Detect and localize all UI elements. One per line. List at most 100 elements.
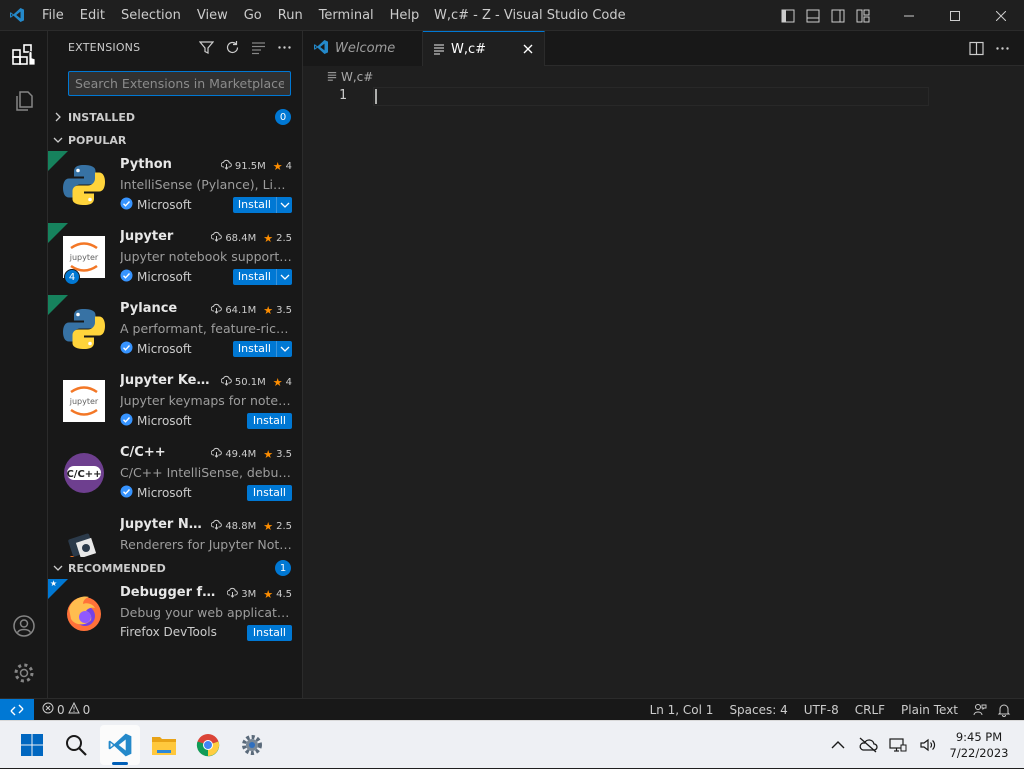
minimize-icon[interactable] <box>886 0 932 31</box>
install-dropdown-chevron-icon[interactable] <box>276 341 292 357</box>
star-icon: ★ <box>50 579 58 588</box>
split-editor-icon[interactable] <box>968 40 984 56</box>
breadcrumb[interactable]: W,c# <box>327 70 373 84</box>
search-extensions-input[interactable] <box>68 71 291 96</box>
manage-gear-icon[interactable] <box>0 649 48 697</box>
install-dropdown-chevron-icon[interactable] <box>276 269 292 285</box>
chevron-up-icon[interactable] <box>828 735 848 755</box>
problems-indicator[interactable]: 0 0 <box>42 699 90 720</box>
install-dropdown-chevron-icon[interactable] <box>276 197 292 213</box>
editor-area[interactable]: W,c# 1 <box>303 66 1024 698</box>
install-button-label: Install <box>237 270 271 283</box>
toggle-primary-sidebar-icon[interactable] <box>780 8 796 24</box>
extension-item-jupyter[interactable]: jupyter 4 Jupyter 68.4M ★ 2.5 Jupyter no… <box>48 223 303 295</box>
menu-help[interactable]: Help <box>382 0 428 31</box>
windows-start-icon[interactable] <box>12 725 52 765</box>
explorer-view-icon[interactable] <box>0 77 48 125</box>
search-icon[interactable] <box>56 725 96 765</box>
extension-item-python[interactable]: Python 91.5M ★ 4 IntelliSense (Pylance),… <box>48 151 303 223</box>
indentation[interactable]: Spaces: 4 <box>721 703 795 717</box>
close-icon[interactable] <box>520 41 536 57</box>
more-actions-icon[interactable] <box>276 39 293 56</box>
sidebar-actions <box>198 39 293 56</box>
install-button[interactable]: Install <box>232 269 292 285</box>
install-button-label: Install <box>252 626 286 639</box>
install-button[interactable]: Install <box>246 485 292 501</box>
extension-publisher: Microsoft <box>120 197 192 213</box>
tab-welcome[interactable]: Welcome <box>303 31 423 66</box>
extension-description: C/C++ IntelliSense, debugging, and code … <box>120 465 292 480</box>
publisher-name: Microsoft <box>137 414 192 428</box>
volume-icon[interactable] <box>918 735 938 755</box>
section-installed-label: INSTALLED <box>68 110 136 124</box>
file-explorer-icon[interactable] <box>144 725 184 765</box>
notifications-bell-icon[interactable] <box>994 703 1014 717</box>
taskbar-clock[interactable]: 9:45 PM 7/22/2023 <box>944 729 1014 761</box>
taskbar-vscode-icon[interactable] <box>100 725 140 765</box>
more-actions-icon[interactable] <box>994 40 1010 56</box>
status-bar-right: Ln 1, Col 1 Spaces: 4 UTF-8 CRLF Plain T… <box>642 699 1014 720</box>
title-bar: File Edit Selection View Go Run Terminal… <box>0 0 1024 31</box>
publisher-name: Microsoft <box>137 270 192 284</box>
menu-view[interactable]: View <box>189 0 236 31</box>
svg-text:jupyter: jupyter <box>69 253 99 262</box>
menu-edit[interactable]: Edit <box>72 0 113 31</box>
menu-selection[interactable]: Selection <box>113 0 189 31</box>
extension-item-debugger-for-firefox[interactable]: ★ Debugger for Firefox 3M ★ 4.5 Debug yo… <box>48 579 303 651</box>
rating-value: 2.5 <box>276 232 292 244</box>
download-cloud-icon <box>220 375 232 389</box>
menu-run[interactable]: Run <box>270 0 311 31</box>
extension-item-jupyter-keymap[interactable]: jupyter Jupyter Keymap 50.1M ★ 4 Jupyter… <box>48 367 303 439</box>
settings-gear-icon[interactable] <box>232 725 272 765</box>
accounts-icon[interactable] <box>0 602 48 650</box>
menu-file[interactable]: File <box>34 0 72 31</box>
end-of-line[interactable]: CRLF <box>847 703 893 717</box>
menu-terminal[interactable]: Terminal <box>311 0 382 31</box>
cursor-position[interactable]: Ln 1, Col 1 <box>642 703 722 717</box>
toggle-panel-icon[interactable] <box>805 8 821 24</box>
active-app-indicator <box>112 762 128 765</box>
extension-description: Jupyter notebook support, interactive pr… <box>120 249 292 264</box>
section-popular[interactable]: POPULAR <box>48 129 303 151</box>
install-button[interactable]: Install <box>232 197 292 213</box>
breadcrumb-file[interactable]: W,c# <box>341 70 373 84</box>
verified-publisher-icon <box>120 485 133 501</box>
extension-name: Python <box>120 157 172 172</box>
section-popular-label: POPULAR <box>68 133 127 147</box>
svg-text:jupyter: jupyter <box>69 397 99 406</box>
extension-item-jupyter-renderers[interactable]: Jupyter Notebook Renderers 48.8M ★ 2.5 R… <box>48 511 303 557</box>
refresh-icon[interactable] <box>224 39 241 56</box>
cpp-logo-icon: C/C++ <box>62 451 106 495</box>
onedrive-offline-icon[interactable] <box>858 735 878 755</box>
remote-indicator-icon[interactable] <box>0 699 34 720</box>
filter-icon[interactable] <box>198 39 215 56</box>
install-button[interactable]: Install <box>246 413 292 429</box>
customize-layout-icon[interactable] <box>855 8 871 24</box>
network-icon[interactable] <box>888 735 908 755</box>
menu-go[interactable]: Go <box>236 0 270 31</box>
install-button[interactable]: Install <box>246 625 292 641</box>
extension-stats: 64.1M ★ 3.5 <box>211 303 292 317</box>
extension-item-cpp[interactable]: C/C++ C/C++ 49.4M ★ 3.5 C/C++ IntelliSen… <box>48 439 303 511</box>
clear-results-icon[interactable] <box>250 39 267 56</box>
extension-description: Renderers for Jupyter Notebooks <box>120 537 292 552</box>
plain-text-file-icon <box>433 40 445 59</box>
extension-item-pylance[interactable]: Pylance 64.1M ★ 3.5 A performant, featur… <box>48 295 303 367</box>
extension-name: C/C++ <box>120 445 166 460</box>
download-cloud-icon <box>211 447 223 461</box>
extensions-view-icon[interactable] <box>0 31 48 79</box>
maximize-icon[interactable] <box>932 0 978 31</box>
install-button[interactable]: Install <box>232 341 292 357</box>
install-button-label: Install <box>237 342 271 355</box>
menu-bar: File Edit Selection View Go Run Terminal… <box>34 0 427 31</box>
chrome-icon[interactable] <box>188 725 228 765</box>
encoding[interactable]: UTF-8 <box>796 703 847 717</box>
toggle-secondary-sidebar-icon[interactable] <box>830 8 846 24</box>
activity-bar <box>0 31 48 698</box>
section-recommended[interactable]: RECOMMENDED 1 <box>48 557 303 579</box>
section-installed[interactable]: INSTALLED 0 <box>48 106 303 128</box>
close-window-icon[interactable] <box>978 0 1024 31</box>
feedback-icon[interactable] <box>970 703 990 717</box>
tab-w-csharp[interactable]: W,c# <box>423 31 545 67</box>
language-mode[interactable]: Plain Text <box>893 703 966 717</box>
